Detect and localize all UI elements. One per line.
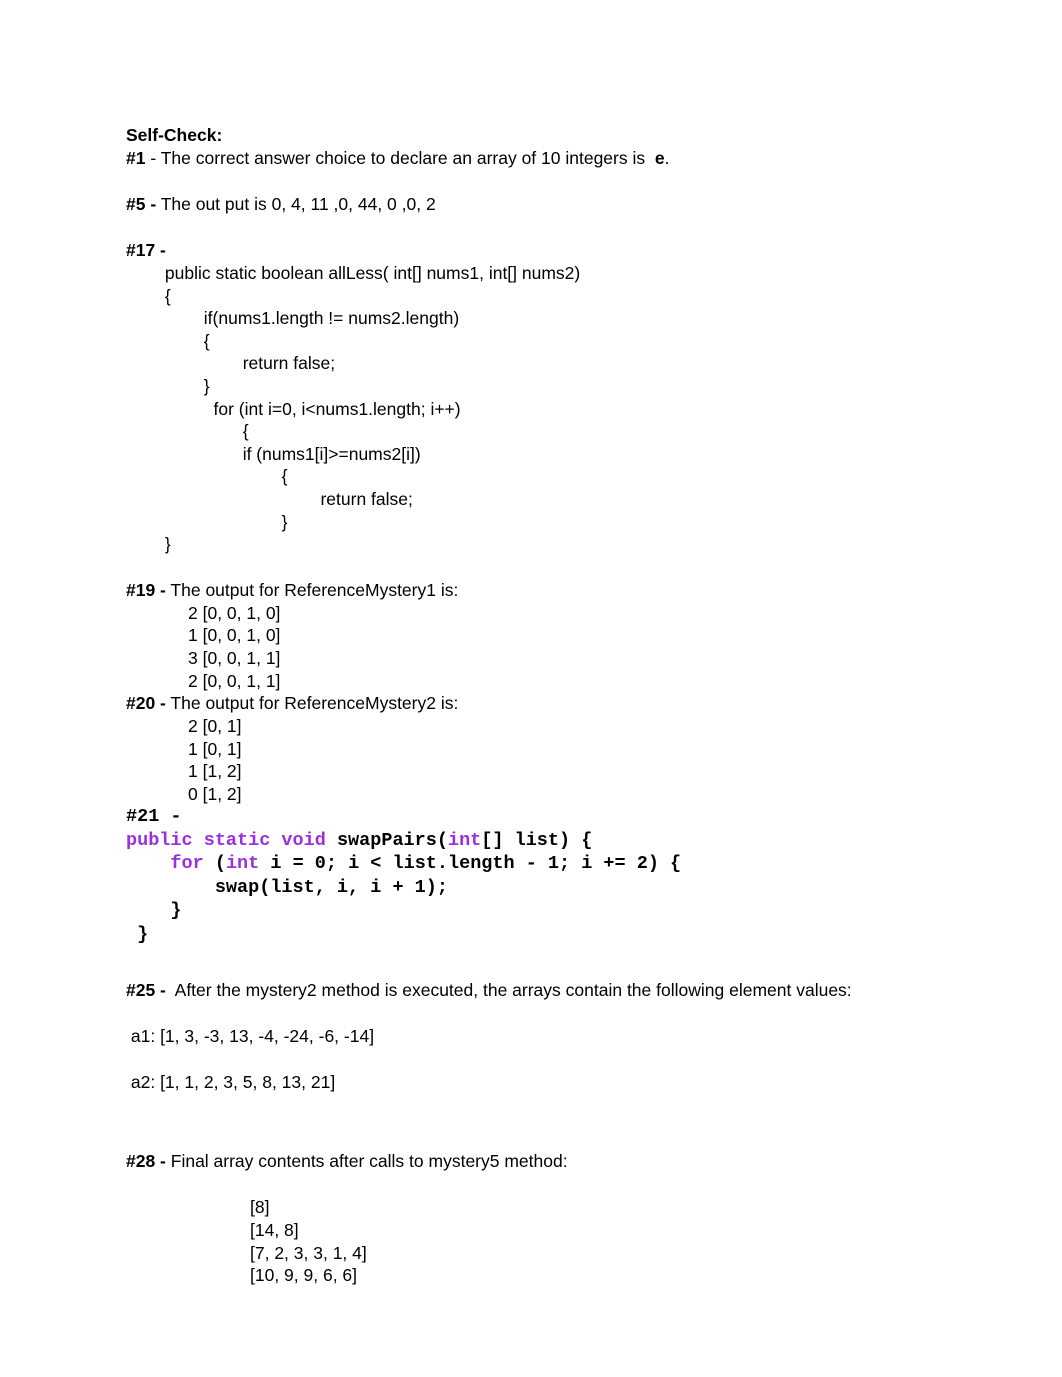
answer-28-text: Final array contents after calls to myst… [165, 1151, 568, 1172]
code-line: } [126, 534, 171, 555]
code-line: { [126, 421, 249, 442]
answer-25-a1: a1: [1, 3, -3, 13, -4, -24, -6, -14] [126, 1026, 375, 1047]
code-text: } [126, 923, 149, 945]
answer-21-code: public static void swapPairs(int[] list)… [126, 829, 1006, 947]
answer-17-code: public static boolean allLess( int[] num… [126, 262, 1006, 556]
answer-5-text: The out put is 0, 4, 11 ,0, 44, 0 ,0, 2 [156, 194, 436, 214]
output-line: 2 [0, 0, 1, 0] [188, 602, 281, 623]
answer-20-text: The output for ReferenceMystery2 is: [165, 693, 459, 714]
answer-25-number: #25 - [126, 980, 166, 1001]
code-keyword: for [170, 853, 215, 875]
answer-28-number: #28 - [126, 1151, 166, 1172]
output-line: [8] [250, 1197, 270, 1218]
code-line: public static boolean allLess( int[] num… [126, 263, 581, 283]
answer-17-number: #17 - [126, 240, 166, 260]
output-line: 1 [0, 0, 1, 0] [188, 625, 281, 646]
code-text: [] list) { [481, 829, 593, 851]
answer-19-output: 2 [0, 0, 1, 0] 1 [0, 0, 1, 0] 3 [0, 0, 1… [126, 602, 1006, 692]
answer-25-label: #25 - After the mystery2 method is execu… [126, 979, 1006, 1002]
output-line: 2 [0, 1] [188, 716, 242, 737]
answer-1-text: - The correct answer choice to declare a… [145, 148, 655, 168]
code-keyword: public static void [126, 829, 337, 851]
code-line: for (int i=0, i<nums1.length; i++) [126, 398, 461, 419]
code-line: } [126, 899, 1006, 923]
code-line: { [126, 330, 210, 351]
answer-20-output: 2 [0, 1] 1 [0, 1] 1 [1, 2] 0 [1, 2] [126, 715, 1006, 805]
output-line: [7, 2, 3, 3, 1, 4] [250, 1242, 367, 1263]
code-line: return false; [126, 488, 413, 509]
code-line: { [126, 466, 288, 487]
answer-21-label: #21 - [126, 806, 182, 828]
code-line: { [126, 285, 171, 306]
output-line: 0 [1, 2] [188, 783, 242, 804]
output-line: 2 [0, 0, 1, 1] [188, 670, 281, 691]
code-keyword: int [447, 829, 482, 851]
output-line: [14, 8] [250, 1220, 299, 1241]
code-text: ( [214, 853, 226, 875]
answer-1-number: #1 [126, 148, 146, 168]
answer-20-label: #20 - The output for ReferenceMystery2 i… [126, 692, 1006, 715]
output-line: 1 [1, 2] [188, 761, 242, 782]
code-line: } [126, 511, 288, 532]
answer-25-a2: a2: [1, 1, 2, 3, 5, 8, 13, 21] [126, 1072, 336, 1093]
output-line: 3 [0, 0, 1, 1] [188, 647, 281, 668]
code-line: if (nums1[i]>=nums2[i]) [126, 443, 421, 464]
answer-20-number: #20 - [126, 693, 166, 714]
output-line: 1 [0, 1] [188, 738, 242, 759]
code-line: for (int i = 0; i < list.length - 1; i +… [126, 852, 1006, 876]
answer-1: #1 - The correct answer choice to declar… [126, 147, 1006, 170]
code-line: swap(list, i, i + 1); [126, 876, 1006, 900]
answer-19-label: #19 - The output for ReferenceMystery1 i… [126, 579, 1006, 602]
code-line: } [126, 923, 1006, 947]
document-page: Self-Check: #1 - The correct answer choi… [0, 0, 1062, 1377]
answer-1-choice: e [654, 148, 665, 168]
code-text: i = 0; i < list.length - 1; i += 2) { [259, 853, 682, 875]
code-line: return false; [126, 353, 336, 374]
code-line: if(nums1.length != nums2.length) [126, 308, 460, 329]
output-line: [10, 9, 9, 6, 6] [250, 1265, 358, 1286]
answer-28-label: #28 - Final array contents after calls t… [126, 1150, 1006, 1173]
answer-28-output: [8] [14, 8] [7, 2, 3, 3, 1, 4] [10, 9, 9… [126, 1196, 1006, 1286]
page-title: Self-Check: [126, 125, 223, 145]
answer-5: #5 - The out put is 0, 4, 11 ,0, 44, 0 ,… [126, 193, 1006, 216]
code-text: swap(list, i, i + 1); [126, 876, 448, 898]
code-keyword: int [225, 853, 260, 875]
answer-17-label: #17 - [126, 239, 1006, 262]
answer-5-number: #5 - [126, 194, 157, 214]
answer-19-number: #19 - [126, 579, 166, 600]
code-text: } [126, 900, 182, 922]
code-line: public static void swapPairs(int[] list)… [126, 829, 1006, 853]
code-text: swapPairs( [336, 829, 448, 851]
answer-25-text: After the mystery2 method is executed, t… [165, 980, 852, 1001]
code-line: } [126, 375, 210, 396]
document-body: Self-Check: #1 - The correct answer choi… [126, 124, 1006, 1287]
answer-1-period: . [664, 148, 670, 168]
answer-19-text: The output for ReferenceMystery1 is: [165, 579, 459, 600]
